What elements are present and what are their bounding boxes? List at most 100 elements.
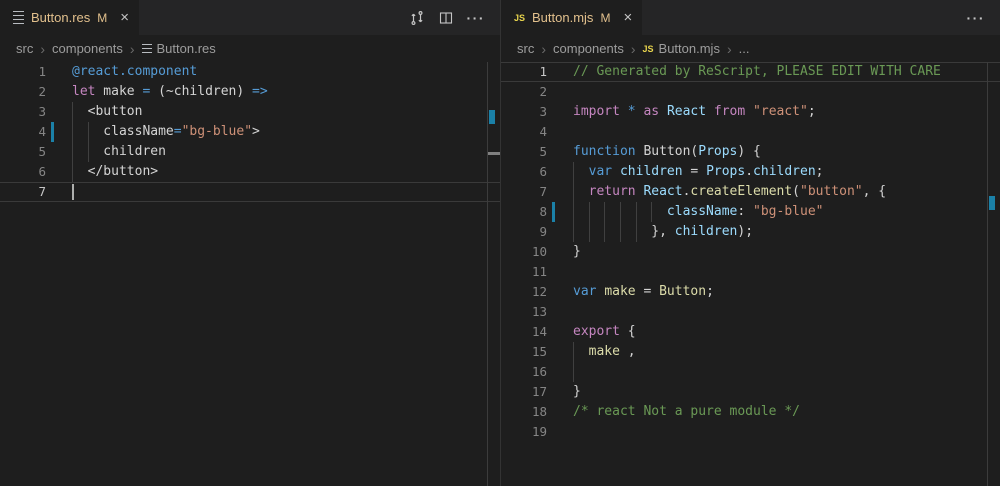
code-line-14[interactable]: 14export {	[501, 322, 1000, 342]
code-line-4[interactable]: 4	[501, 122, 1000, 142]
breadcrumb-item[interactable]: components	[52, 41, 123, 56]
line-number[interactable]: 17	[501, 382, 547, 402]
code-line-8[interactable]: 8 className: "bg-blue"	[501, 202, 1000, 222]
code-line-6[interactable]: 6 </button>	[0, 162, 500, 182]
line-number[interactable]: 13	[501, 302, 547, 322]
token: createElement	[690, 184, 792, 199]
breadcrumb-label: Button.res	[157, 41, 216, 56]
code-line-7[interactable]: 7 return React.createElement("button", {	[501, 182, 1000, 202]
code-text: import * as React from "react";	[573, 102, 1000, 122]
right-editor-pane: JS Button.mjs M × ··· src›components›JSB…	[500, 0, 1000, 486]
line-number[interactable]: 7	[0, 182, 46, 202]
line-number[interactable]: 3	[501, 102, 547, 122]
open-changes-icon[interactable]	[409, 10, 425, 26]
code-line-3[interactable]: 3 import * as React from "react";	[501, 102, 1000, 122]
code-line-4[interactable]: 4 className="bg-blue">	[0, 122, 500, 142]
line-number[interactable]: 2	[501, 82, 547, 102]
line-number[interactable]: 1	[0, 62, 46, 82]
line-number[interactable]: 6	[501, 162, 547, 182]
line-number[interactable]: 14	[501, 322, 547, 342]
indent-guide	[72, 162, 73, 182]
more-actions-icon[interactable]: ···	[967, 11, 986, 25]
gutter	[547, 142, 573, 162]
token: ) {	[737, 144, 760, 159]
code-line-5[interactable]: 5function Button(Props) {	[501, 142, 1000, 162]
breadcrumb-label: components	[52, 41, 123, 56]
line-number[interactable]: 18	[501, 402, 547, 422]
tab-button-res[interactable]: Button.res M ×	[0, 0, 139, 35]
code-line-13[interactable]: 13	[501, 302, 1000, 322]
code-line-15[interactable]: 15 make ,	[501, 342, 1000, 362]
gutter	[547, 422, 573, 442]
line-number[interactable]: 15	[501, 342, 547, 362]
line-number[interactable]: 6	[0, 162, 46, 182]
right-code-editor[interactable]: 1// Generated by ReScript, PLEASE EDIT W…	[501, 62, 1000, 486]
code-text: className: "bg-blue"	[573, 202, 1000, 222]
close-icon[interactable]: ×	[623, 10, 632, 25]
indent-guide	[88, 142, 89, 162]
line-number[interactable]: 7	[501, 182, 547, 202]
code-line-1[interactable]: 1// Generated by ReScript, PLEASE EDIT W…	[501, 62, 1000, 82]
token: make	[95, 84, 142, 99]
line-number[interactable]: 5	[501, 142, 547, 162]
indent-guide	[589, 222, 590, 242]
close-icon[interactable]: ×	[120, 10, 129, 25]
line-number[interactable]: 10	[501, 242, 547, 262]
line-number[interactable]: 12	[501, 282, 547, 302]
tab-button-mjs[interactable]: JS Button.mjs M ×	[501, 0, 642, 35]
code-line-3[interactable]: 3 <button	[0, 102, 500, 122]
line-number[interactable]: 3	[0, 102, 46, 122]
gutter	[547, 362, 573, 382]
token: "bg-blue"	[182, 124, 252, 139]
cursor-position-mark	[488, 152, 500, 155]
code-text: /* react Not a pure module */	[573, 402, 1000, 422]
line-number[interactable]: 19	[501, 422, 547, 442]
line-number[interactable]: 9	[501, 222, 547, 242]
code-line-12[interactable]: 12 var make = Button;	[501, 282, 1000, 302]
breadcrumb-item[interactable]: Button.res	[142, 41, 216, 56]
gutter	[547, 382, 573, 402]
code-line-5[interactable]: 5 children	[0, 142, 500, 162]
breadcrumb-item[interactable]: ...	[739, 41, 750, 56]
code-line-19[interactable]: 19	[501, 422, 1000, 442]
line-number[interactable]: 4	[501, 122, 547, 142]
token: </button>	[72, 164, 158, 179]
code-line-16[interactable]: 16	[501, 362, 1000, 382]
breadcrumb-item[interactable]: components	[553, 41, 624, 56]
left-code-editor[interactable]: 1@react.component2let make = (~children)…	[0, 62, 500, 486]
gutter	[547, 202, 573, 222]
line-number[interactable]: 8	[501, 202, 547, 222]
line-number[interactable]: 2	[0, 82, 46, 102]
breadcrumb-item[interactable]: src	[517, 41, 534, 56]
line-number[interactable]: 4	[0, 122, 46, 142]
code-line-2[interactable]: 2	[501, 82, 1000, 102]
token	[659, 104, 667, 119]
line-number[interactable]: 11	[501, 262, 547, 282]
code-line-6[interactable]: 6 var children = Props.children;	[501, 162, 1000, 182]
code-line-1[interactable]: 1@react.component	[0, 62, 500, 82]
line-number[interactable]: 5	[0, 142, 46, 162]
more-actions-icon[interactable]: ···	[467, 11, 486, 25]
token: from	[714, 104, 745, 119]
indent-guide	[589, 202, 590, 222]
code-line-17[interactable]: 17}	[501, 382, 1000, 402]
breadcrumb-item[interactable]: src	[16, 41, 33, 56]
code-line-7[interactable]: 7	[0, 182, 500, 202]
tab-title: Button.mjs	[532, 10, 593, 25]
indent-guide	[573, 162, 574, 182]
token: =	[683, 164, 706, 179]
token: .	[745, 164, 753, 179]
code-line-18[interactable]: 18 /* react Not a pure module */	[501, 402, 1000, 422]
indent-guide	[573, 342, 574, 362]
code-line-9[interactable]: 9 }, children);	[501, 222, 1000, 242]
token: var	[589, 164, 612, 179]
code-line-2[interactable]: 2let make = (~children) =>	[0, 82, 500, 102]
code-text: var make = Button;	[573, 282, 1000, 302]
line-number[interactable]: 1	[501, 62, 547, 82]
code-line-10[interactable]: 10}	[501, 242, 1000, 262]
line-number[interactable]: 16	[501, 362, 547, 382]
split-editor-icon[interactable]	[438, 10, 454, 26]
breadcrumb-item[interactable]: JSButton.mjs	[643, 41, 720, 56]
breadcrumb-label: src	[16, 41, 33, 56]
code-line-11[interactable]: 11	[501, 262, 1000, 282]
